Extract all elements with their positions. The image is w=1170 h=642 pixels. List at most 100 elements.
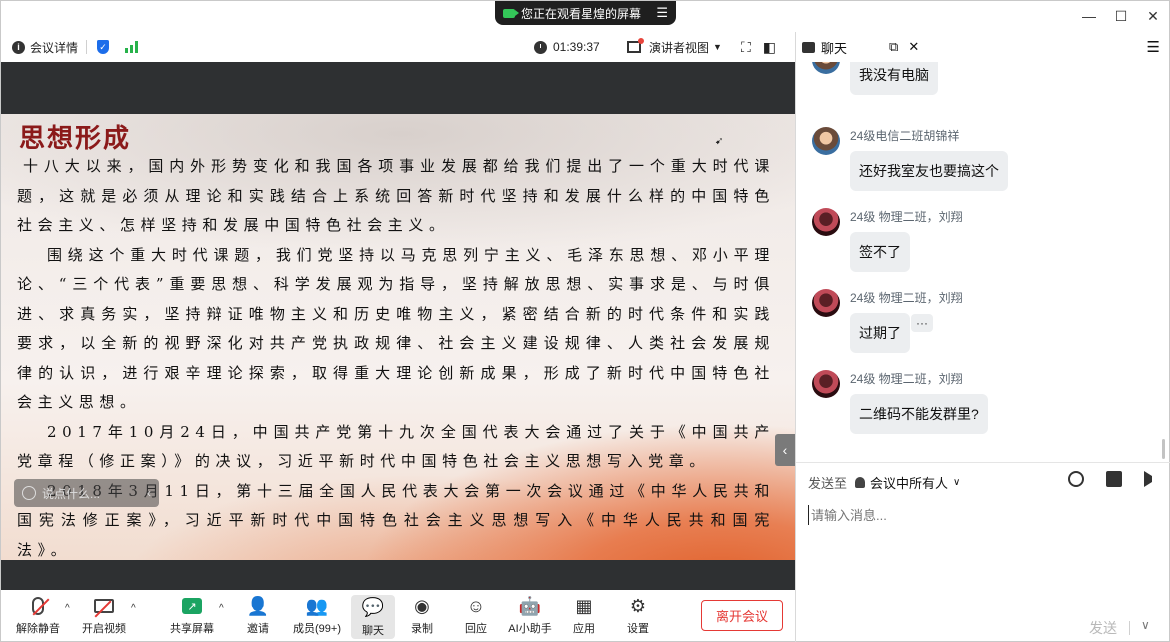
quick-chat-input[interactable]: 说点什么... ‹	[14, 479, 159, 507]
share-banner-text: 您正在观看星煌的屏幕	[521, 6, 642, 21]
react-button[interactable]: ☺ 回应	[449, 595, 503, 636]
maximize-button[interactable]: ☐	[1105, 1, 1137, 31]
fullscreen-icon[interactable]: ⛶	[741, 39, 751, 56]
chat-label: 聊天	[362, 624, 384, 637]
meeting-info-label: 会议详情	[30, 40, 79, 55]
reaction-icon: ☺	[466, 595, 486, 616]
message-bubble[interactable]: 我没有电脑	[850, 62, 938, 95]
clock-icon	[534, 40, 547, 54]
meeting-info-button[interactable]: i 会议详情	[12, 39, 78, 56]
share-banner[interactable]: 您正在观看星煌的屏幕 ☰	[495, 1, 676, 25]
view-mode-dropdown[interactable]: 演讲者视图 ▼	[627, 38, 722, 56]
avatar[interactable]	[812, 127, 840, 155]
send-to-target-label: 会议中所有人	[870, 476, 949, 491]
message-bubble[interactable]: 过期了	[850, 313, 910, 353]
close-window-button[interactable]: ✕	[1137, 1, 1169, 31]
audio-options-chevron[interactable]: ^	[65, 595, 77, 614]
info-icon: i	[12, 40, 25, 54]
add-user-icon: 👤	[246, 595, 270, 616]
send-button[interactable]: 发送	[1089, 618, 1117, 638]
mouse-cursor-icon: ➹	[715, 136, 724, 147]
members-icon: 👥	[305, 595, 329, 616]
chevron-left-icon[interactable]: ‹	[147, 486, 151, 500]
slide-paragraph: 2017年10月24日，中国共产党第十九次全国代表大会通过了关于《中国共产党章程…	[17, 422, 775, 471]
popout-icon[interactable]: ⧉	[889, 39, 898, 55]
send-to-selector[interactable]: 发送至 会议中所有人 ∨	[808, 473, 960, 492]
emoji-icon[interactable]	[1068, 471, 1084, 487]
gear-icon: ⚙	[629, 595, 647, 616]
signal-icon[interactable]	[125, 41, 139, 53]
avatar[interactable]	[812, 289, 840, 317]
settings-button[interactable]: ⚙ 设置	[611, 595, 665, 636]
leave-meeting-button[interactable]: 离开会议	[701, 600, 783, 631]
chevron-down-icon: ∨	[953, 477, 961, 488]
slide-paragraph: 围绕这个重大时代课题，我们党坚持以马克思列宁主义、毛泽东思想、邓小平理论、“三个…	[17, 245, 775, 412]
avatar[interactable]	[812, 62, 840, 74]
more-options-button[interactable]: ···	[911, 314, 933, 332]
chat-title: 聊天	[821, 40, 848, 56]
menu-icon[interactable]: ☰	[656, 5, 668, 21]
avatar[interactable]	[812, 208, 840, 236]
meeting-window: 您正在观看星煌的屏幕 ☰ — ☐ ✕ i 会议详情 ✓ 01:39:37 演讲者…	[0, 0, 1170, 642]
share-screen-icon: ↗	[182, 598, 202, 614]
sender-name: 24级 物理二班，刘翔	[850, 210, 963, 224]
ai-assistant-button[interactable]: 🤖 AI小助手	[503, 595, 557, 636]
start-video-label: 开启视频	[82, 623, 126, 635]
chat-scrollbar[interactable]	[1162, 439, 1165, 459]
meeting-timer: 01:39:37	[534, 40, 600, 54]
sender-name: 24级 物理二班，刘翔	[850, 372, 963, 386]
presenter-view-icon	[627, 38, 644, 53]
chat-tab[interactable]: 聊天	[802, 32, 865, 62]
window-controls: — ☐ ✕	[1073, 1, 1169, 31]
message-bubble[interactable]: 二维码不能发群里?	[850, 394, 988, 434]
divider	[1129, 621, 1130, 635]
members-button[interactable]: 👥 成员(99+)	[285, 595, 349, 636]
send-to-target[interactable]: 会议中所有人 ∨	[855, 473, 960, 492]
folder-icon[interactable]	[1106, 471, 1122, 487]
record-label: 录制	[411, 623, 433, 635]
unmute-label: 解除静音	[16, 623, 60, 635]
chat-input-icons	[1068, 471, 1152, 487]
invite-label: 邀请	[247, 623, 269, 635]
chat-message-input[interactable]	[808, 505, 1158, 525]
chat-icon	[802, 41, 815, 53]
record-button[interactable]: ◉ 录制	[395, 595, 449, 636]
avatar[interactable]	[812, 370, 840, 398]
close-icon[interactable]: ✕	[908, 39, 919, 55]
camera-icon	[503, 8, 519, 18]
mic-off-icon	[32, 597, 50, 616]
video-off-icon	[94, 599, 114, 618]
apps-button[interactable]: ▦ 应用	[557, 595, 611, 636]
share-screen-button[interactable]: ↗ 共享屏幕	[165, 595, 219, 636]
chevron-down-icon: ▼	[713, 42, 722, 52]
announcement-icon[interactable]	[1144, 471, 1152, 487]
minimize-button[interactable]: —	[1073, 1, 1105, 31]
send-to-label: 发送至	[808, 476, 848, 491]
view-mode-label: 演讲者视图	[649, 40, 710, 55]
share-screen-label: 共享屏幕	[170, 623, 214, 635]
chat-message-list[interactable]: 我没有电脑 24级电信二班胡锦祥 还好我室友也要搞这个 24级 物理二班，刘翔 …	[796, 62, 1170, 462]
collapse-panel-button[interactable]: ‹	[775, 434, 795, 466]
message-bubble[interactable]: 还好我室友也要搞这个	[850, 151, 1008, 191]
members-label: 成员(99+)	[293, 623, 341, 635]
top-icons: ⛶ ◧	[741, 39, 776, 56]
react-label: 回应	[465, 623, 487, 635]
shield-icon[interactable]: ✓	[97, 40, 110, 54]
apps-label: 应用	[573, 623, 595, 635]
send-options-chevron[interactable]: ∨	[1141, 618, 1150, 632]
meeting-toolbar: 解除静音 ^ 开启视频 ^ ↗ 共享屏幕 ^ 👤 邀请 👥 成员(99+) 💬 …	[1, 590, 795, 642]
share-options-chevron[interactable]: ^	[219, 595, 231, 614]
emoji-icon[interactable]	[22, 486, 36, 500]
sender-name: 24级 物理二班，刘翔	[850, 291, 963, 305]
start-video-button[interactable]: 开启视频	[77, 595, 131, 636]
message-bubble[interactable]: 签不了	[850, 232, 910, 272]
menu-icon[interactable]: ☰	[1147, 38, 1160, 56]
chat-button[interactable]: 💬 聊天	[351, 595, 395, 639]
unmute-button[interactable]: 解除静音	[11, 595, 65, 636]
layout-icon[interactable]: ◧	[763, 39, 776, 56]
ai-assistant-label: AI小助手	[508, 623, 552, 635]
invite-button[interactable]: 👤 邀请	[231, 595, 285, 636]
ai-assistant-icon: 🤖	[518, 595, 542, 616]
person-icon	[855, 477, 866, 488]
video-options-chevron[interactable]: ^	[131, 595, 143, 614]
